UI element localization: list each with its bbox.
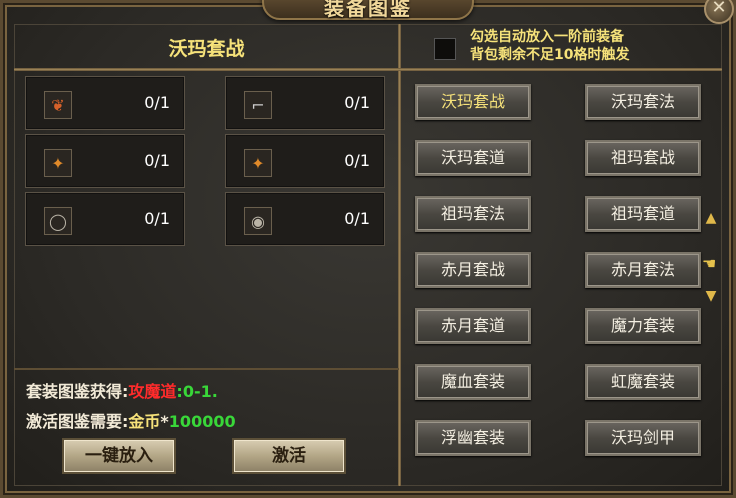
boots-icon: ⌐ (244, 91, 272, 119)
cost-amount: 100000 (168, 412, 236, 431)
reward-line: 套装图鉴获得:攻魔道:0-1. (26, 378, 218, 402)
slot-count: 0/1 (344, 209, 370, 228)
slot-count: 0/1 (344, 93, 370, 112)
cost-star: * (160, 412, 169, 431)
auto-put-note-line1: 勾选自动放入一阶前装备 (470, 29, 624, 45)
bracelet-icon: ✦ (44, 149, 72, 177)
suit-button[interactable]: 赤月套法 (585, 252, 701, 288)
suit-button[interactable]: 祖玛套战 (585, 140, 701, 176)
suit-button[interactable]: 虹魔套装 (585, 364, 701, 400)
equip-slot[interactable]: ❦ 0/1 (25, 76, 185, 130)
window-title: 装备图鉴 (324, 0, 412, 20)
suit-button[interactable]: 赤月套战 (415, 252, 531, 288)
equip-slot[interactable]: ◯ 0/1 (25, 192, 185, 246)
suit-button[interactable]: 浮幽套装 (415, 420, 531, 456)
slot-count: 0/1 (144, 209, 170, 228)
ring-icon: ◯ (44, 207, 72, 235)
slot-count: 0/1 (144, 151, 170, 170)
suit-button[interactable]: 沃玛套道 (415, 140, 531, 176)
bracelet-icon: ✦ (244, 149, 272, 177)
suit-button[interactable]: 祖玛套法 (415, 196, 531, 232)
scroll-up-icon[interactable]: ▲ (704, 210, 718, 230)
slot-count: 0/1 (344, 151, 370, 170)
auto-put-checkbox[interactable] (434, 38, 456, 60)
reward-stat: 攻魔道 (128, 382, 177, 401)
suit-button[interactable]: 魔力套装 (585, 308, 701, 344)
set-title: 沃玛套战 (168, 38, 245, 60)
auto-put-note: 勾选自动放入一阶前装备 背包剩余不足10格时触发 (470, 28, 629, 64)
necklace-icon: ❦ (44, 91, 72, 119)
hand-pointer-icon[interactable]: ☚ (702, 254, 728, 274)
vertical-divider (398, 24, 401, 486)
suit-button[interactable]: 祖玛套道 (585, 196, 701, 232)
suit-button[interactable]: 赤月套道 (415, 308, 531, 344)
equip-slot[interactable]: ⌐ 0/1 (225, 76, 385, 130)
auto-put-note-line2: 背包剩余不足10格时触发 (470, 47, 630, 63)
equip-slot[interactable]: ◉ 0/1 (225, 192, 385, 246)
equip-slot[interactable]: ✦ 0/1 (225, 134, 385, 188)
activate-button[interactable]: 激活 (232, 438, 346, 474)
ring-icon: ◉ (244, 207, 272, 235)
put-all-button[interactable]: 一键放入 (62, 438, 176, 474)
slot-count: 0/1 (144, 93, 170, 112)
cost-currency: 金币 (128, 412, 161, 431)
equip-slot[interactable]: ✦ 0/1 (25, 134, 185, 188)
cost-line: 激活图鉴需要:金币*100000 (26, 408, 236, 432)
info-divider (14, 368, 399, 370)
horizontal-divider (14, 68, 722, 71)
suit-button[interactable]: 魔血套装 (415, 364, 531, 400)
reward-label: 套装图鉴获得: (26, 382, 129, 401)
suit-button[interactable]: 沃玛套战 (415, 84, 531, 120)
reward-value: :0-1. (176, 382, 218, 401)
cost-label: 激活图鉴需要: (26, 412, 129, 431)
scroll-down-icon[interactable]: ▼ (704, 288, 718, 308)
suit-button[interactable]: 沃玛剑甲 (585, 420, 701, 456)
suit-button[interactable]: 沃玛套法 (585, 84, 701, 120)
